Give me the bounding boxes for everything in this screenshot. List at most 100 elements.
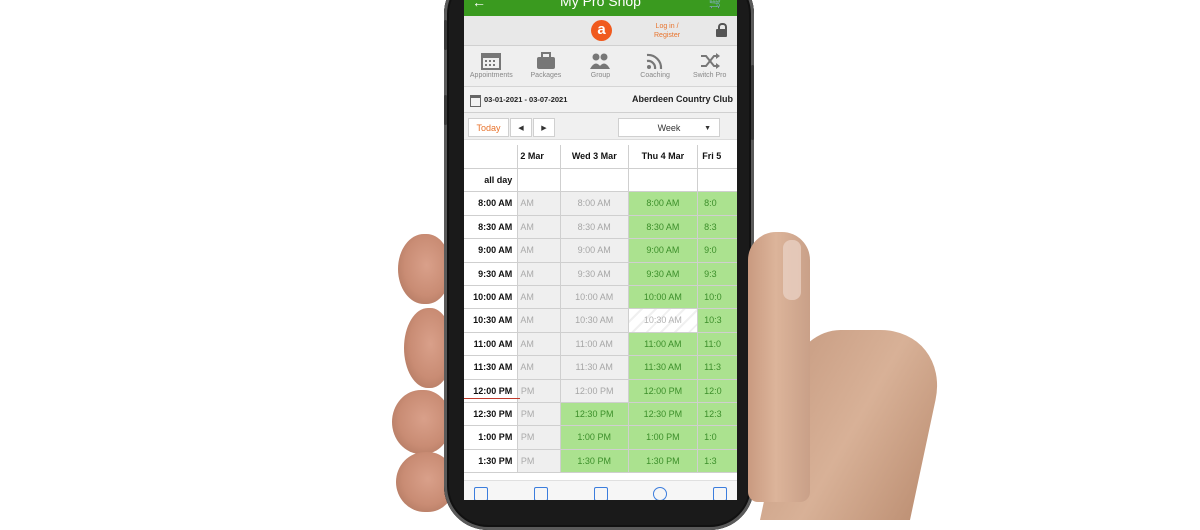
prev-week-button[interactable]: ◀: [510, 118, 532, 137]
reply-icon[interactable]: [653, 487, 668, 500]
column-header[interactable]: Thu 4 Mar: [628, 145, 699, 168]
slot-cell[interactable]: 10:00 AM: [628, 285, 699, 309]
register-label: Register: [654, 32, 681, 39]
view-selected-value: Week: [657, 123, 681, 133]
nav-item-coaching[interactable]: Coaching: [628, 46, 683, 86]
column-header[interactable]: Wed 3 Mar: [560, 145, 629, 168]
side-button: [751, 65, 754, 140]
nav-item-appointments[interactable]: Appointments: [464, 46, 519, 86]
calendar-icon[interactable]: [470, 95, 481, 107]
app-header: ← My Pro Shop 🛒: [464, 0, 737, 16]
slot-cell[interactable]: 12:00 PM: [560, 379, 629, 402]
time-slot-row: 11:00 AM00 AM11:00 AM11:00 AM11:0: [464, 332, 737, 357]
slot-cell[interactable]: 12:30 PM: [560, 402, 629, 426]
slot-cell[interactable]: 9:30 AM: [628, 262, 699, 285]
slot-cell[interactable]: 12:30 PM: [628, 402, 699, 426]
slot-cell[interactable]: 30 AM: [518, 215, 561, 239]
time-slot-row: 10:00 AM00 AM10:00 AM10:00 AM10:0: [464, 285, 737, 310]
slot-cell[interactable]: 1:30 PM: [628, 449, 699, 473]
slot-cell[interactable]: 30 AM: [518, 356, 561, 379]
slot-cell[interactable]: 10:0: [698, 285, 737, 309]
time-slot-row: 9:30 AM30 AM9:30 AM9:30 AM9:3: [464, 262, 737, 286]
time-slot-row: 1:30 PM30 PM1:30 PM1:30 PM1:3: [464, 449, 737, 474]
slot-cell[interactable]: 00 PM: [518, 426, 561, 449]
slot-cell[interactable]: 00 AM: [518, 239, 561, 262]
briefcase-icon: [536, 52, 555, 69]
slot-cell[interactable]: 00 AM: [518, 285, 561, 309]
all-day-cell[interactable]: [698, 169, 737, 192]
slot-cell[interactable]: 9:0: [698, 239, 737, 262]
club-name[interactable]: Aberdeen Country Club: [632, 94, 733, 104]
slot-cell[interactable]: 1:30 PM: [560, 449, 629, 473]
compose-icon[interactable]: [713, 487, 727, 500]
slot-cell[interactable]: 10:30 AM: [628, 309, 699, 332]
slot-cell[interactable]: 9:30 AM: [560, 262, 629, 285]
slot-cell[interactable]: 11:3: [698, 356, 737, 379]
time-slot-row: 8:30 AM30 AM8:30 AM8:30 AM8:3: [464, 215, 737, 240]
login-label: Log in /: [655, 23, 679, 30]
view-select[interactable]: Week ▼: [618, 118, 720, 137]
slot-cell[interactable]: 8:0: [698, 192, 737, 215]
slot-cell[interactable]: 11:30 AM: [560, 356, 629, 379]
slot-cell[interactable]: 00 AM: [518, 332, 561, 356]
all-day-cell[interactable]: [628, 169, 699, 192]
slot-cell[interactable]: 8:3: [698, 215, 737, 239]
current-time-indicator: [464, 397, 520, 399]
nav-label: Packages: [530, 72, 562, 79]
nav-item-switch-pro[interactable]: Switch Pro: [682, 46, 737, 86]
all-day-cell[interactable]: [560, 169, 629, 192]
trash-icon[interactable]: [593, 487, 608, 500]
slot-cell[interactable]: 30 AM: [518, 309, 561, 332]
group-icon: [590, 53, 611, 69]
next-week-button[interactable]: ▶: [533, 118, 555, 137]
slot-cell[interactable]: 12:0: [698, 379, 737, 402]
slot-cell[interactable]: 1:3: [698, 449, 737, 473]
cart-icon[interactable]: 🛒: [709, 0, 725, 10]
slot-cell[interactable]: 30 PM: [518, 449, 561, 473]
slot-cell[interactable]: 1:0: [698, 426, 737, 449]
week-calendar-grid: 2 Mar Wed 3 Mar Thu 4 Mar Fri 5 all day …: [464, 145, 737, 474]
time-label: 9:30 AM: [464, 262, 519, 285]
slot-cell[interactable]: 10:3: [698, 309, 737, 332]
date-range[interactable]: 03-01-2021 - 03-07-2021: [484, 95, 567, 104]
slot-cell[interactable]: 1:00 PM: [560, 426, 629, 449]
slot-cell[interactable]: 8:00 AM: [560, 192, 629, 215]
slot-cell[interactable]: 1:00 PM: [628, 426, 699, 449]
today-button[interactable]: Today: [468, 118, 509, 137]
slot-cell[interactable]: 00 AM: [518, 192, 561, 215]
time-label: 1:00 PM: [464, 426, 519, 449]
slot-cell[interactable]: 9:00 AM: [560, 239, 629, 262]
finger: [392, 390, 450, 454]
all-day-cell[interactable]: [518, 169, 561, 192]
slot-cell[interactable]: 10:00 AM: [560, 285, 629, 309]
slot-cell[interactable]: 30 PM: [518, 402, 561, 426]
slot-cell[interactable]: 10:30 AM: [560, 309, 629, 332]
slot-cell[interactable]: 8:30 AM: [628, 215, 699, 239]
slot-cell[interactable]: 30 AM: [518, 262, 561, 285]
column-header[interactable]: 2 Mar: [518, 145, 561, 168]
slot-cell[interactable]: 12:00 PM: [628, 379, 699, 402]
flag-icon[interactable]: [474, 487, 488, 500]
nav-item-group[interactable]: Group: [573, 46, 628, 86]
slot-cell[interactable]: 8:30 AM: [560, 215, 629, 239]
slot-cell[interactable]: 11:0: [698, 332, 737, 356]
time-slot-row: 12:30 PM30 PM12:30 PM12:30 PM12:3: [464, 402, 737, 427]
slot-cell[interactable]: 9:00 AM: [628, 239, 699, 262]
folder-icon[interactable]: [533, 487, 548, 500]
column-header[interactable]: Fri 5: [698, 145, 737, 168]
slot-cell[interactable]: 00 PM: [518, 379, 561, 402]
calendar-toolbar: Today ◀ ▶ Week ▼: [464, 113, 737, 140]
brand-logo: a: [591, 20, 612, 41]
chevron-down-icon: ▼: [704, 125, 711, 132]
login-register-link[interactable]: Log in / Register: [654, 22, 680, 40]
slot-cell[interactable]: 12:3: [698, 402, 737, 426]
slot-cell[interactable]: 11:00 AM: [560, 332, 629, 356]
slot-cell[interactable]: 8:00 AM: [628, 192, 699, 215]
app-title: My Pro Shop: [560, 0, 641, 9]
nav-item-packages[interactable]: Packages: [519, 46, 574, 86]
time-label: 12:30 PM: [464, 402, 519, 426]
side-button: [444, 95, 447, 125]
slot-cell[interactable]: 9:3: [698, 262, 737, 285]
slot-cell[interactable]: 11:00 AM: [628, 332, 699, 356]
slot-cell[interactable]: 11:30 AM: [628, 356, 699, 379]
